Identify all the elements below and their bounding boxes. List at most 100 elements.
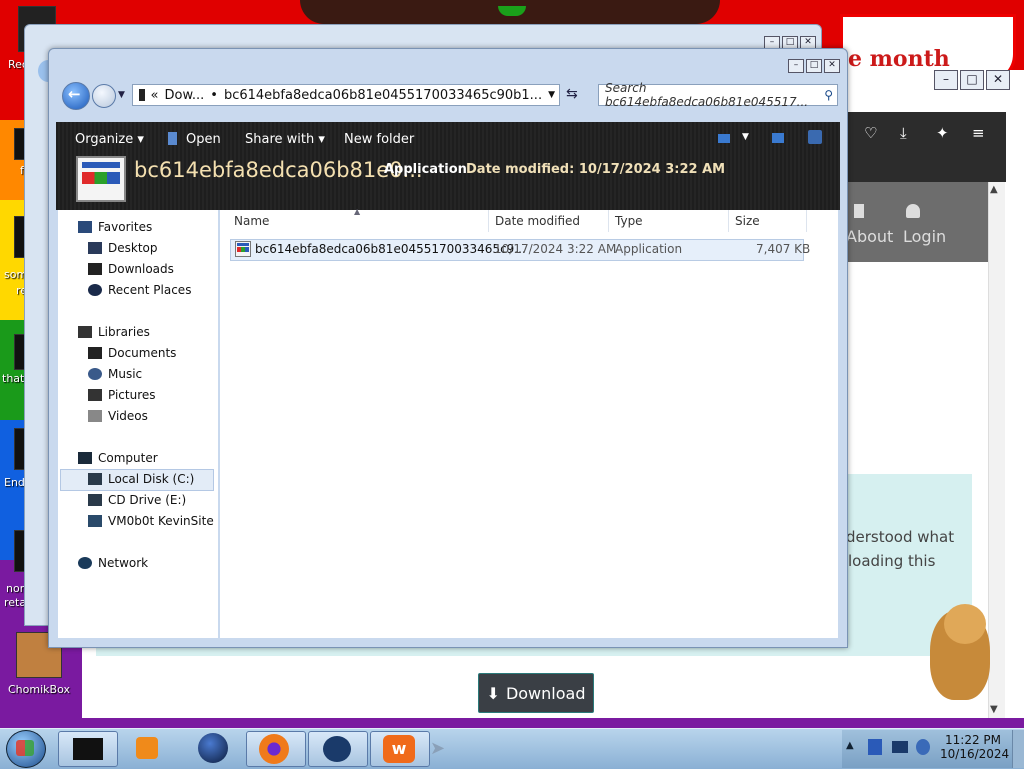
maximize-button[interactable]: □ [960,70,984,90]
volume-icon[interactable] [916,739,930,755]
share-with-button[interactable]: Share with ▾ [245,132,325,147]
chomikbox-label: ChomikBox [8,683,70,696]
show-hidden-icons-icon[interactable]: ▲ [846,740,854,751]
clock-date: 10/16/2024 [940,747,1010,761]
nav-videos[interactable]: Videos [88,409,148,423]
column-separator[interactable] [488,210,489,232]
breadcrumb-downloads[interactable]: Dow... [164,88,204,103]
documents-icon [88,347,102,359]
open-button[interactable]: Open [186,132,221,147]
address-dropdown-icon[interactable]: ▼ [548,90,555,100]
download-button-label: Download [505,683,586,703]
download-icon[interactable]: ⤓ [900,124,907,142]
taskbar-firefox-button[interactable] [246,731,306,767]
extensions-icon[interactable]: ✦ [936,124,949,142]
preview-pane-icon[interactable] [772,133,784,143]
minimize-button[interactable]: – [934,70,958,90]
file-type: Application [615,242,683,256]
column-header-name[interactable]: Name [234,214,269,228]
change-view-icon[interactable] [718,134,730,143]
taskbar-wattpad-button[interactable]: w [370,731,430,767]
nav-label: Local Disk (C:) [108,472,195,486]
taskbar-app-button[interactable] [308,731,368,767]
user-icon [906,204,920,218]
nav-label: VM0b0t KevinSite [108,514,214,528]
nav-network[interactable]: Network [78,556,148,570]
browser-banner-text: e month [848,46,950,72]
network-icon [78,557,92,569]
close-button[interactable]: ✕ [824,59,840,73]
nav-login[interactable]: Login [903,227,946,246]
application-file-icon [235,241,251,257]
browser-scrollbar[interactable] [988,182,1005,718]
details-file-name: bc614ebfa8edca06b81e0... [134,158,423,182]
nav-label: Network [98,556,149,570]
nav-about[interactable]: About [846,227,893,246]
breadcrumb-current[interactable]: bc614ebfa8edca06b81e0455170033465c90b1..… [224,88,542,103]
organize-button[interactable]: Organize ▾ [75,132,144,147]
nav-music[interactable]: Music [88,367,142,381]
nav-label: Desktop [108,241,158,255]
nav-documents[interactable]: Documents [88,346,176,360]
scroll-down-icon[interactable]: ▼ [990,704,998,715]
computer-icon [78,452,92,464]
tray-app-icon[interactable] [868,739,882,755]
nav-downloads[interactable]: Downloads [88,262,174,276]
column-header-date-modified[interactable]: Date modified [495,214,580,228]
column-separator[interactable] [728,210,729,232]
search-icon[interactable]: ⚲ [824,88,833,102]
nav-computer[interactable]: Computer [78,451,158,465]
taskbar-media-player-button[interactable] [120,731,178,765]
pointer-icon: ➤ [430,738,446,759]
nav-local-disk[interactable]: Local Disk (C:) [88,472,194,486]
column-header-type[interactable]: Type [615,214,643,228]
forward-button[interactable] [92,84,116,108]
scroll-up-icon[interactable]: ▲ [990,184,998,195]
nav-recent-places[interactable]: Recent Places [88,283,191,297]
star-icon [78,221,92,233]
nav-vm-site[interactable]: VM0b0t KevinSite [88,514,214,528]
menu-icon[interactable]: ≡ [972,124,985,142]
date-modified-label: Date modified: [466,162,575,177]
history-dropdown-icon[interactable]: ▼ [118,90,125,100]
date-modified-value: 10/17/2024 3:22 AM [578,162,726,177]
nav-label: Libraries [98,325,150,339]
folder-icon [139,89,145,101]
minimize-button[interactable]: – [788,59,804,73]
taskbar-globe-button[interactable] [184,731,242,765]
refresh-icon[interactable]: ⇆ [566,86,578,102]
network-tray-icon[interactable] [892,741,908,753]
close-button[interactable]: ✕ [986,70,1010,90]
recent-places-icon [88,284,102,296]
download-button[interactable]: ⬇ Download [478,673,594,713]
nav-favorites[interactable]: Favorites [78,220,152,234]
breadcrumb-separator[interactable]: • [210,88,218,103]
maximize-button[interactable]: □ [806,59,822,73]
address-overflow[interactable]: « [151,88,159,103]
nav-pictures[interactable]: Pictures [88,388,156,402]
hard-drive-icon [88,473,102,485]
new-folder-button[interactable]: New folder [344,132,414,147]
view-dropdown-icon[interactable]: ▼ [742,132,749,142]
nav-cd-drive[interactable]: CD Drive (E:) [88,493,186,507]
pictures-icon [88,389,102,401]
column-separator[interactable] [806,210,807,232]
pocket-icon[interactable]: ♡ [864,124,877,142]
help-icon[interactable] [808,130,822,144]
nav-libraries[interactable]: Libraries [78,325,150,339]
info-text: loading this [848,552,936,570]
nav-label: CD Drive (E:) [108,493,187,507]
nav-label: Recent Places [108,283,192,297]
taskbar-explorer-button[interactable] [58,731,118,767]
search-input[interactable]: Search bc614ebfa8edca06b81e045517... ⚲ [598,81,838,109]
nav-label: Documents [108,346,177,360]
address-bar[interactable]: « Dow... • bc614ebfa8edca06b81e045517003… [132,84,560,106]
nav-desktop[interactable]: Desktop [88,241,158,255]
details-file-type: Application [384,162,467,177]
clock[interactable]: 11:22 PM 10/16/2024 [940,733,1010,761]
column-header-size[interactable]: Size [735,214,760,228]
file-size: 7,407 KB [756,242,811,256]
column-separator[interactable] [608,210,609,232]
browser-window-controls: – □ ✕ [934,70,1010,90]
show-desktop-button[interactable] [1012,730,1024,768]
